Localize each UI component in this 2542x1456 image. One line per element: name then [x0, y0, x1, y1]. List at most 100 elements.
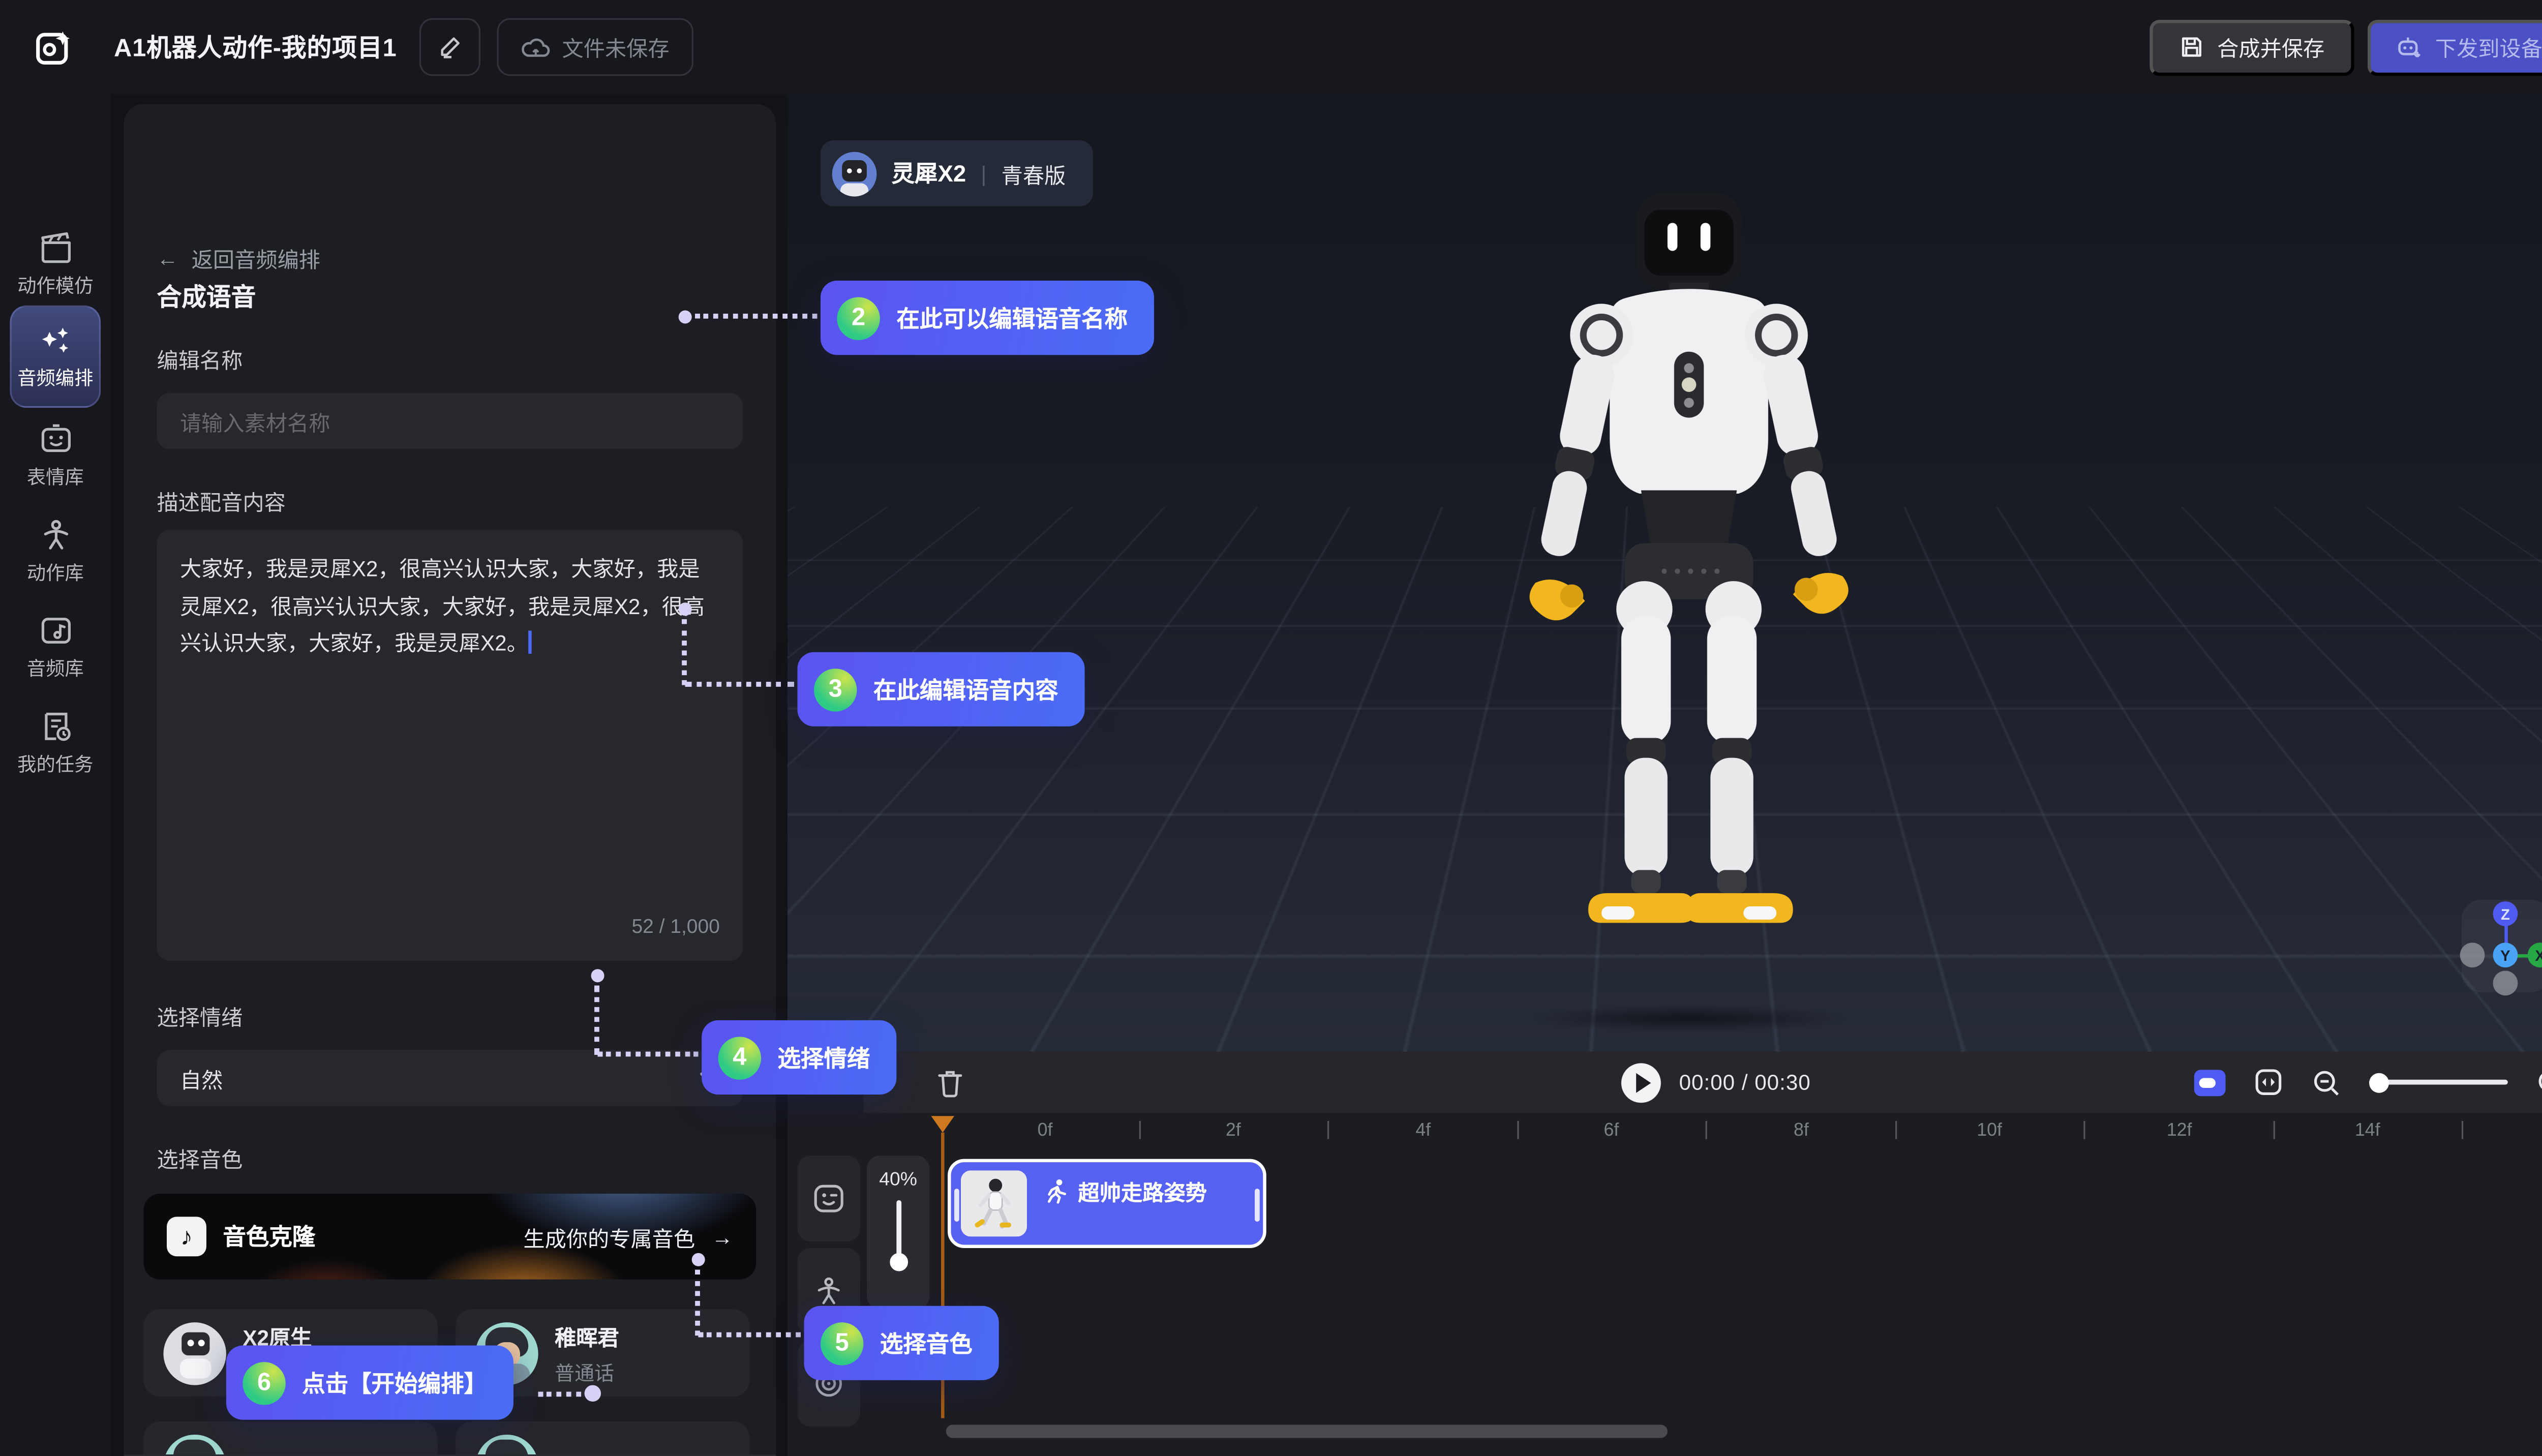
neg-x-axis-handle[interactable]: [2460, 943, 2485, 967]
deploy-to-device-button[interactable]: 下发到设备: [2368, 19, 2542, 75]
arrow-right-icon: →: [712, 1224, 733, 1249]
material-name-input[interactable]: 请输入素材名称: [157, 393, 743, 449]
voice-field-label: 选择音色: [157, 1142, 243, 1174]
expression-track-button[interactable]: [797, 1156, 860, 1241]
step-text: 在此编辑语音内容: [873, 673, 1058, 706]
step-badge: 6: [243, 1361, 285, 1404]
step-badge: 5: [821, 1322, 863, 1364]
connector-line: [682, 619, 687, 685]
tutorial-step-6: 6 点击【开始编排】: [226, 1346, 513, 1420]
sidebar-item-my-tasks[interactable]: 我的任务: [0, 708, 111, 777]
connector-line: [594, 986, 599, 1055]
connector-dot: [585, 1385, 601, 1402]
connector-line: [538, 1392, 581, 1397]
timeline-ruler[interactable]: 0f 2f 4f 6f 8f 10f 12f 14f 16f: [863, 1113, 2542, 1152]
clapperboard-icon: [37, 229, 73, 265]
step-text: 选择情绪: [778, 1041, 870, 1074]
sidebar-item-action-library[interactable]: 动作库: [0, 517, 111, 586]
clip-thumbnail: [961, 1170, 1027, 1236]
zoom-slider-knob[interactable]: [2369, 1072, 2389, 1092]
voice-clone-cta: 生成你的专属音色: [523, 1221, 695, 1252]
back-to-audio-arrange[interactable]: ← 返回音频编排: [157, 242, 321, 274]
model-avatar: [832, 151, 877, 196]
robot-avatar: [163, 1322, 226, 1384]
timeline-zoom-slider[interactable]: [2369, 1080, 2508, 1085]
emotion-value: 自然: [180, 1063, 223, 1094]
robot-3d-viewport[interactable]: 灵犀X2 | 青春版 Z Y X: [788, 94, 2542, 1051]
ruler-label: 8f: [1794, 1121, 1809, 1141]
music-card-icon: [37, 613, 73, 649]
step-text: 点击【开始编排】: [302, 1366, 487, 1399]
axis-gizmo[interactable]: Z Y X: [2462, 900, 2542, 992]
connector-line: [685, 682, 794, 687]
ruler-label: 14f: [2355, 1121, 2380, 1141]
emotion-select[interactable]: 自然: [157, 1050, 743, 1106]
pencil-icon: [438, 35, 463, 59]
fit-width-icon[interactable]: [2254, 1068, 2283, 1096]
ruler-label: 4f: [1415, 1121, 1431, 1141]
app-window: A1机器人动作-我的项目1 文件未保存 合成并保存 下发到设备 动作模仿 音频编…: [0, 0, 2542, 1456]
badge-divider: |: [981, 161, 986, 186]
sidebar-item-audio-arrange[interactable]: 音频编排: [10, 306, 101, 408]
transport-bar: 00:00 / 00:30: [863, 1052, 2542, 1113]
synthesize-voice-panel: ← 返回音频编排 合成语音 编辑名称 请输入素材名称 描述配音内容 大家好，我是…: [124, 104, 776, 1456]
back-label: 返回音频编排: [192, 242, 320, 274]
file-status-button[interactable]: 文件未保存: [498, 18, 694, 76]
time-display: 00:00 / 00:30: [1679, 1070, 1811, 1095]
human-avatar: [163, 1434, 226, 1456]
clip-trim-handle-left[interactable]: [954, 1189, 959, 1222]
volume-control[interactable]: 40%: [867, 1156, 929, 1309]
rename-button[interactable]: [420, 18, 481, 76]
voice-card-partial[interactable]: 稚晖君: [456, 1421, 749, 1456]
sparkles-icon: [37, 322, 73, 358]
sidebar-item-audio-library[interactable]: 音频库: [0, 613, 111, 682]
name-field-label: 编辑名称: [157, 343, 243, 375]
clip-trim-handle-right[interactable]: [1255, 1189, 1260, 1222]
zoom-in-icon[interactable]: [2536, 1067, 2542, 1097]
project-title: A1机器人动作-我的项目1: [114, 29, 397, 64]
connector-dot: [692, 1253, 705, 1266]
sidebar-item-expression-library[interactable]: 表情库: [0, 421, 111, 490]
emotion-field-label: 选择情绪: [157, 1000, 243, 1032]
voice-name: 稚晖君: [555, 1320, 619, 1351]
timeline-panel: 00:00 / 00:30 0f 2f 4f 6f 8f 10f 12f 14f…: [788, 1052, 2542, 1456]
neg-z-axis-handle[interactable]: [2493, 970, 2518, 995]
model-variant: 青春版: [1002, 158, 1066, 189]
robot-model: [1498, 183, 1878, 976]
voice-content-textarea[interactable]: 大家好，我是灵犀X2，很高兴认识大家，大家好，我是灵犀X2，很高兴认识大家，大家…: [157, 530, 743, 961]
timeline-clip-walk-pose[interactable]: 超帅走路姿势: [948, 1159, 1266, 1248]
connector-dot: [591, 969, 604, 982]
x-axis-handle[interactable]: X: [2528, 943, 2542, 967]
content-field-label: 描述配音内容: [157, 486, 286, 517]
nav-sidebar: 动作模仿 音频编排 表情库 动作库 音频库 我的任务: [0, 94, 111, 1456]
tutorial-step-3: 3 在此编辑语音内容: [797, 652, 1084, 726]
run-icon: [1045, 1178, 1068, 1203]
play-button[interactable]: [1621, 1063, 1661, 1102]
text-caret: [528, 631, 531, 654]
volume-knob[interactable]: [889, 1253, 907, 1271]
volume-slider[interactable]: [896, 1200, 901, 1263]
voice-clone-title: 音色克隆: [223, 1220, 315, 1253]
delete-clip-icon[interactable]: [936, 1067, 964, 1097]
robot-download-icon: [2394, 34, 2422, 60]
voice-clone-banner[interactable]: ♪ 音色克隆 生成你的专属音色 →: [144, 1194, 756, 1280]
ruler-label: 6f: [1604, 1121, 1619, 1141]
model-badge[interactable]: 灵犀X2 | 青春版: [821, 140, 1092, 206]
step-badge: 4: [718, 1036, 761, 1079]
connector-line: [598, 1052, 699, 1057]
voice-card-partial[interactable]: [144, 1421, 438, 1456]
sidebar-item-label: 动作模仿: [17, 272, 93, 299]
timeline-horizontal-scrollbar[interactable]: [946, 1425, 1668, 1438]
auto-fit-icon[interactable]: [2194, 1069, 2226, 1096]
connector-line: [695, 314, 817, 319]
z-axis-handle[interactable]: Z: [2493, 901, 2518, 926]
save-button[interactable]: 合成并保存: [2150, 19, 2354, 75]
save-icon: [2179, 35, 2204, 59]
zoom-out-icon[interactable]: [2311, 1067, 2341, 1097]
char-count: 52 / 1,000: [631, 907, 719, 944]
y-axis-handle[interactable]: Y: [2493, 943, 2518, 967]
ruler-label: 0f: [1038, 1121, 1053, 1141]
sidebar-item-motion-mimic[interactable]: 动作模仿: [0, 229, 111, 298]
human-avatar: [475, 1434, 538, 1456]
file-status-label: 文件未保存: [562, 32, 669, 63]
